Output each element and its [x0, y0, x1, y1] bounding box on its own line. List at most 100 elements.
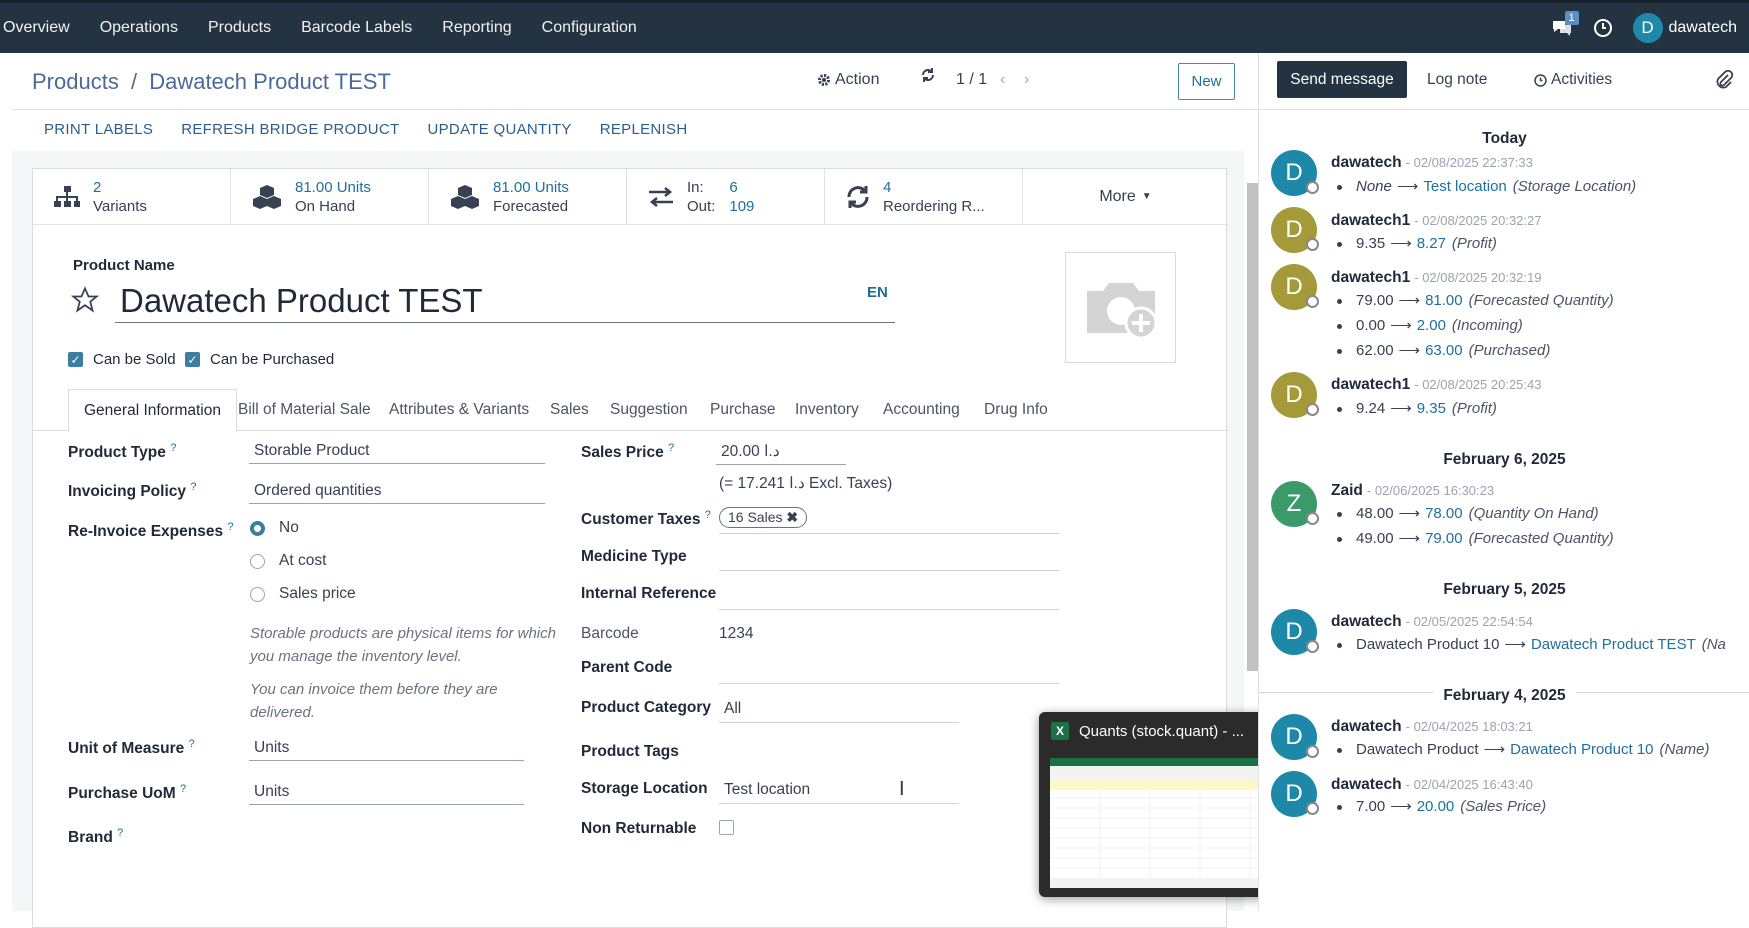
paperclip-icon[interactable]: [1715, 69, 1733, 89]
action-menu-button[interactable]: Action: [817, 71, 879, 89]
can-be-sold-checkbox[interactable]: ✓ Can be Sold: [68, 351, 176, 368]
variants-button[interactable]: 2 Variants: [33, 169, 231, 225]
text-cursor-icon: I: [899, 778, 905, 800]
forecasted-button[interactable]: 81.00 Units Forecasted: [429, 169, 627, 225]
on-hand-button[interactable]: 81.00 Units On Hand: [231, 169, 429, 225]
discard-refresh-icon[interactable]: [920, 67, 936, 83]
author-avatar[interactable]: D: [1271, 714, 1319, 760]
author-avatar[interactable]: D: [1271, 150, 1319, 196]
user-name: dawatech: [1668, 19, 1738, 36]
breadcrumb: Products / Dawatech Product TEST: [32, 69, 391, 95]
message-author: dawatech - 02/04/2025 16:43:40: [1331, 776, 1533, 794]
replenish-button[interactable]: REPLENISH: [600, 121, 688, 138]
tab-attributes-variants[interactable]: Attributes & Variants: [389, 389, 529, 431]
breadcrumb-products[interactable]: Products: [32, 69, 119, 94]
author-name[interactable]: dawatech: [1331, 154, 1402, 171]
activities-button[interactable]: Activities: [1534, 71, 1612, 89]
message-timestamp: - 02/08/2025 20:32:19: [1414, 270, 1542, 285]
author-avatar[interactable]: D: [1271, 264, 1319, 310]
in-out-button[interactable]: In: Out: 6 109: [627, 169, 825, 225]
reinvoice-sales-price-radio[interactable]: Sales price: [250, 585, 356, 603]
update-quantity-button[interactable]: UPDATE QUANTITY: [428, 121, 572, 138]
can-be-purchased-checkbox[interactable]: ✓ Can be Purchased: [185, 351, 334, 368]
product-type-select[interactable]: Storable Product: [249, 442, 545, 464]
send-message-button[interactable]: Send message: [1277, 61, 1407, 98]
pager-next-icon[interactable]: ›: [1024, 71, 1029, 89]
menu-reporting[interactable]: Reporting: [427, 19, 526, 37]
barcode-value: 1234: [719, 625, 754, 642]
author-name[interactable]: dawatech: [1331, 776, 1402, 793]
purchase-uom-select[interactable]: Units: [249, 783, 524, 805]
reinvoice-at-cost-radio[interactable]: At cost: [250, 552, 326, 570]
reordering-value: 4: [883, 179, 892, 196]
author-avatar[interactable]: D: [1271, 372, 1319, 418]
reordering-rules-button[interactable]: 4 Reordering R...: [825, 169, 1023, 225]
refresh-bridge-product-button[interactable]: REFRESH BRIDGE PRODUCT: [181, 121, 399, 138]
language-button[interactable]: EN: [867, 284, 888, 301]
pager-prev-icon[interactable]: ‹: [1000, 71, 1005, 89]
product-category-select[interactable]: All: [719, 700, 959, 721]
message-timestamp: - 02/05/2025 22:54:54: [1405, 614, 1533, 629]
tab-suggestion[interactable]: Suggestion: [610, 389, 688, 431]
message-author: dawatech1 - 02/08/2025 20:32:19: [1331, 269, 1542, 287]
menu-configuration[interactable]: Configuration: [527, 19, 652, 37]
author-name[interactable]: Zaid: [1331, 482, 1363, 499]
camera-plus-icon: [1086, 282, 1157, 339]
sales-price-input[interactable]: د.ا 20.00: [716, 442, 846, 465]
reinvoice-no-radio[interactable]: No: [250, 519, 299, 537]
new-button[interactable]: New: [1178, 63, 1235, 100]
menu-operations[interactable]: Operations: [85, 19, 193, 37]
author-name[interactable]: dawatech1: [1331, 212, 1410, 229]
messaging-button[interactable]: 1: [1551, 11, 1579, 37]
field-name: (Name): [1659, 741, 1710, 758]
tab-purchase[interactable]: Purchase: [710, 389, 775, 431]
menu-overview[interactable]: Overview: [0, 19, 85, 37]
menu-barcode-labels[interactable]: Barcode Labels: [286, 19, 427, 37]
tab-bill-of-material-sale[interactable]: Bill of Material Sale: [238, 389, 371, 431]
author-avatar[interactable]: D: [1271, 609, 1319, 655]
author-name[interactable]: dawatech1: [1331, 269, 1410, 286]
reinvoice-expenses-label: Re-Invoice Expenses ?: [68, 521, 234, 541]
arrow-right-icon: ⟶: [1390, 235, 1412, 252]
print-labels-button[interactable]: PRINT LABELS: [44, 121, 153, 138]
log-note-button[interactable]: Log note: [1427, 71, 1487, 89]
clock-icon[interactable]: [1593, 18, 1613, 38]
author-name[interactable]: dawatech1: [1331, 376, 1410, 393]
favorite-star-icon[interactable]: [71, 286, 99, 314]
non-returnable-checkbox[interactable]: [719, 820, 734, 835]
on-hand-label: On Hand: [295, 198, 356, 215]
presence-status-icon: [1306, 802, 1319, 815]
remove-tag-icon[interactable]: ✖: [786, 509, 798, 525]
product-image-upload[interactable]: [1065, 252, 1176, 363]
tab-inventory[interactable]: Inventory: [795, 389, 859, 431]
tab-general-information[interactable]: General Information: [68, 389, 237, 432]
arrow-right-icon: ⟶: [1390, 400, 1412, 417]
user-menu[interactable]: D dawatech: [1632, 13, 1738, 43]
invoicing-policy-select[interactable]: Ordered quantities: [249, 482, 545, 504]
tab-drug-info[interactable]: Drug Info: [984, 389, 1048, 431]
message-timestamp: - 02/08/2025 22:37:33: [1405, 155, 1533, 170]
chatter-panel: Send message Log note Activities Today Dd…: [1258, 53, 1749, 911]
message-author: dawatech1 - 02/08/2025 20:32:27: [1331, 212, 1542, 230]
author-name[interactable]: dawatech: [1331, 718, 1402, 735]
internal-reference-input[interactable]: [719, 609, 1059, 610]
day-separator: February 6, 2025: [1259, 451, 1749, 469]
unit-of-measure-select[interactable]: Units: [249, 739, 524, 761]
author-name[interactable]: dawatech: [1331, 613, 1402, 630]
bullet-icon: [1337, 406, 1342, 412]
tracking-value-change: 0.00 ⟶ 2.00 (Incoming): [1337, 316, 1523, 334]
arrow-right-icon: ⟶: [1483, 741, 1506, 758]
tab-accounting[interactable]: Accounting: [883, 389, 960, 431]
storage-location-select[interactable]: Test location: [719, 781, 959, 802]
parent-code-input[interactable]: [719, 683, 1059, 684]
old-value: Dawatech Product 10: [1356, 636, 1500, 653]
menu-products[interactable]: Products: [193, 19, 286, 37]
author-avatar[interactable]: D: [1271, 771, 1319, 817]
pager-value[interactable]: 1 / 1: [956, 71, 987, 89]
medicine-type-input[interactable]: [719, 570, 1059, 571]
tab-sales[interactable]: Sales: [550, 389, 589, 431]
author-avatar[interactable]: Z: [1271, 481, 1319, 527]
product-name-input[interactable]: Dawatech Product TEST: [115, 282, 895, 323]
author-avatar[interactable]: D: [1271, 207, 1319, 253]
more-button[interactable]: More ▼: [1023, 169, 1228, 224]
